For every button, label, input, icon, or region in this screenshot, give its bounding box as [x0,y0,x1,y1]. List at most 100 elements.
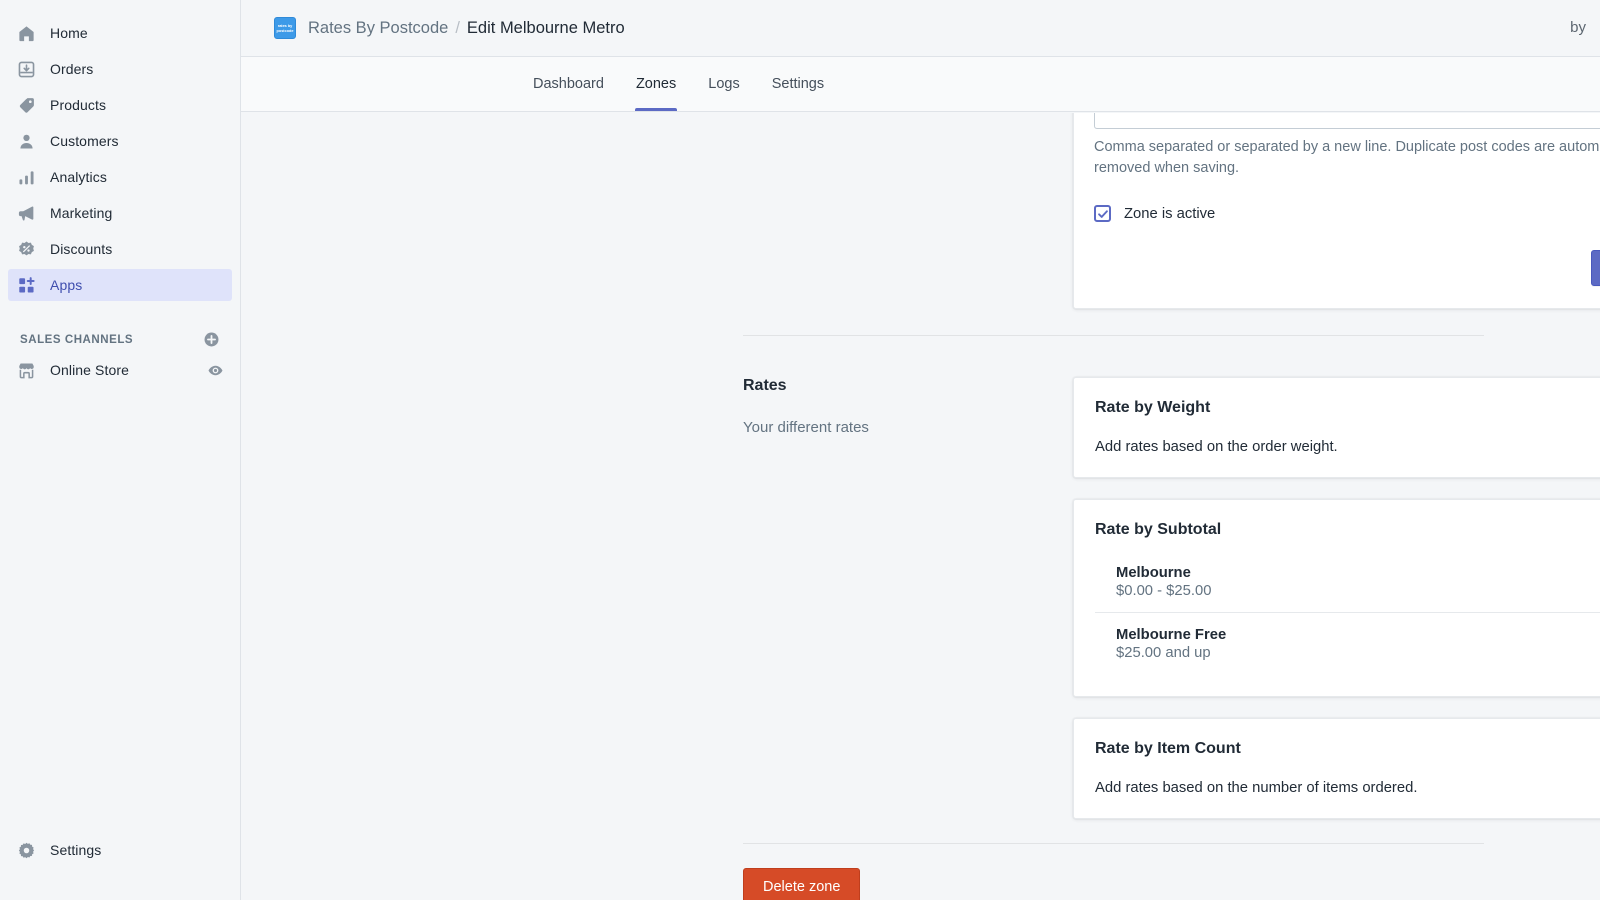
zone-form-card: Comma separated or separated by a new li… [1073,113,1600,309]
content-inner: Comma separated or separated by a new li… [241,113,1600,900]
zone-active-row[interactable]: Zone is active [1094,205,1600,222]
card-description: Add rates based on the order weight. [1095,439,1338,455]
sidebar-item-settings[interactable]: Settings [8,834,232,866]
product-tag-icon [16,95,36,115]
zone-active-checkbox[interactable] [1094,205,1111,222]
scrollable-content: Comma separated or separated by a new li… [241,113,1600,900]
tab-dashboard[interactable]: Dashboard [517,57,620,111]
sidebar-bottom-nav: Settings [0,834,240,900]
breadcrumb-separator: / [455,18,460,37]
app-logo-text: rates by postcode [276,23,294,33]
eye-icon[interactable] [207,362,224,379]
sidebar-item-label: Discounts [50,241,113,257]
byline-text: by [1570,19,1586,36]
zone-form-label-col [743,113,1073,309]
sidebar-item-products[interactable]: Products [8,89,232,121]
sales-channels-header: SALES CHANNELS [16,331,224,348]
zone-form-row: Comma separated or separated by a new li… [241,113,1600,309]
sidebar-item-label: Home [50,25,88,41]
postcodes-textarea[interactable] [1094,113,1600,129]
zone-form-actions: Save [1094,250,1600,286]
card-header: Rate by Item Count Add Rate [1095,740,1600,758]
marketing-megaphone-icon [16,203,36,223]
sidebar: Home Orders Products Customers Analytics… [0,0,241,900]
tab-label: Settings [771,76,825,92]
card-title: Rate by Subtotal [1095,521,1222,538]
sidebar-item-discounts[interactable]: Discounts [8,233,232,265]
rates-label-col: Rates Your different rates [743,377,1073,478]
card-title: Rate by Item Count [1095,740,1241,757]
tab-label: Logs [708,76,740,92]
tab-label: Zones [635,76,677,92]
rate-name: Melbourne [1116,565,1191,581]
sidebar-item-home[interactable]: Home [8,17,232,49]
sidebar-item-label: Apps [50,277,83,293]
rate-range: $0.00 - $25.00 [1116,583,1212,599]
rate-by-weight-card: Rate by Weight Add Rate Add rates based … [1073,377,1600,478]
orders-inbox-icon [16,59,36,79]
apps-grid-plus-icon [16,275,36,295]
sidebar-item-apps[interactable]: Apps [8,269,232,301]
storefront-icon [16,360,36,380]
sidebar-item-label: Online Store [50,362,130,378]
rate-by-weight-row: Rates Your different rates Rate by Weigh… [241,377,1600,478]
top-header-bar: rates by postcode Rates By Postcode / Ed… [241,0,1600,57]
analytics-bars-icon [16,167,36,187]
main-area: rates by postcode Rates By Postcode / Ed… [241,0,1600,900]
sidebar-item-online-store[interactable]: Online Store [8,354,232,386]
rate-info: Melbourne $0.00 - $25.00 [1116,565,1211,599]
circle-plus-icon[interactable] [203,331,220,348]
rate-by-subtotal-body: Rate by Subtotal Add Rate Melbourne $0.0… [1073,499,1600,697]
customer-person-icon [16,131,36,151]
sidebar-item-label: Products [50,97,107,113]
tab-settings[interactable]: Settings [756,57,840,111]
tab-logs[interactable]: Logs [692,57,755,111]
sidebar-item-orders[interactable]: Orders [8,53,232,85]
sidebar-item-analytics[interactable]: Analytics [8,161,232,193]
rate-row[interactable]: Melbourne $0.00 - $25.00 $7.00 [1095,565,1600,612]
delete-zone-button[interactable]: Delete zone [743,868,861,900]
check-icon [1097,209,1108,218]
breadcrumb-current: Edit Melbourne Metro [466,18,625,37]
rates-section-subtitle: Your different rates [743,419,869,436]
card-description: Add rates based on the number of items o… [1095,780,1418,796]
rate-list: Melbourne $0.00 - $25.00 $7.00 Melbourne… [1095,565,1600,674]
rate-info: Melbourne Free $25.00 and up [1116,627,1226,661]
sidebar-item-label: Settings [50,842,102,858]
sidebar-main-nav: Home Orders Products Customers Analytics… [0,0,240,305]
app-root: Home Orders Products Customers Analytics… [0,0,1600,900]
postcodes-help-text: Comma separated or separated by a new li… [1094,139,1600,176]
rates-section-title: Rates [743,377,787,394]
app-logo-icon: rates by postcode [274,17,296,39]
home-icon [16,23,36,43]
rate-by-item-count-row: Rate by Item Count Add Rate Add rates ba… [241,718,1600,819]
rate-by-item-count-body: Rate by Item Count Add Rate Add rates ba… [1073,718,1600,819]
gear-icon [16,840,36,860]
subtotal-label-col [743,499,1073,697]
item-count-label-col [743,718,1073,819]
rate-name: Melbourne Free [1116,627,1227,643]
tab-zones[interactable]: Zones [620,57,692,111]
breadcrumb-parent-link[interactable]: Rates By Postcode [308,19,448,38]
footer-actions: Delete zone [241,868,1600,900]
discount-percent-icon [16,239,36,259]
spacer-before-rates [241,336,1600,377]
spacer-after-form [241,309,1600,335]
sidebar-item-label: Customers [50,133,119,149]
sidebar-item-marketing[interactable]: Marketing [8,197,232,229]
sidebar-item-customers[interactable]: Customers [8,125,232,157]
tab-bar: Dashboard Zones Logs Settings [241,57,1600,112]
card-header: Rate by Subtotal Add Rate [1095,521,1600,539]
rate-row[interactable]: Melbourne Free $25.00 and up $0.00 [1095,612,1600,674]
card-title: Rate by Weight [1095,399,1211,416]
zone-active-label: Zone is active [1124,205,1216,222]
rate-by-weight-body: Rate by Weight Add Rate Add rates based … [1073,377,1600,478]
sidebar-item-label: Orders [50,61,94,77]
save-button[interactable]: Save [1590,250,1600,286]
tab-label: Dashboard [533,76,604,92]
rate-range: $25.00 and up [1116,645,1211,661]
